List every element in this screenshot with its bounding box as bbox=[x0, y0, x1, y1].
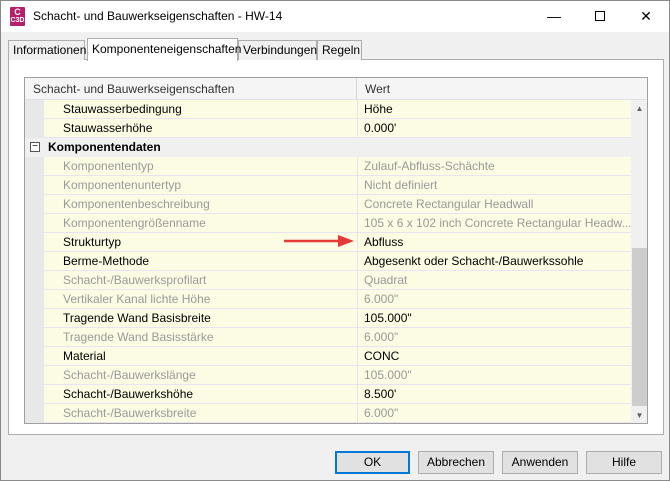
column-header-value[interactable]: Wert bbox=[365, 78, 390, 100]
property-name: Material bbox=[44, 347, 357, 366]
row-gutter bbox=[25, 100, 44, 119]
row-gutter: − bbox=[25, 138, 44, 157]
grid-rows: Stauwasserbedingung Höhe Stauwasserhöhe 0.0… bbox=[25, 100, 631, 423]
property-value[interactable]: 0.000' bbox=[357, 119, 631, 138]
property-name: Tragende Wand Basisbreite bbox=[44, 309, 357, 328]
civil3d-app-icon: C C3D bbox=[10, 7, 25, 26]
property-name: Vertikaler Kanal lichte Höhe bbox=[44, 290, 357, 309]
help-button[interactable]: Hilfe bbox=[586, 451, 662, 474]
row-gutter bbox=[25, 214, 44, 233]
vertical-scrollbar[interactable]: ▲ ▼ bbox=[631, 100, 647, 423]
property-name: Komponententyp bbox=[44, 157, 357, 176]
row-gutter bbox=[25, 176, 44, 195]
tab-verbindungen[interactable]: Verbindungen bbox=[238, 40, 317, 60]
tab-informationen[interactable]: Informationen bbox=[8, 40, 86, 60]
property-row[interactable]: Tragende Wand Basisbreite 105.000" bbox=[25, 309, 631, 328]
property-value: 105 x 6 x 102 inch Concrete Rectangular … bbox=[357, 214, 631, 233]
property-row[interactable]: Stauwasserhöhe 0.000' bbox=[25, 119, 631, 138]
property-value: Quadrat bbox=[357, 271, 631, 290]
property-value[interactable]: CONC bbox=[357, 347, 631, 366]
property-value: 6.000" bbox=[357, 404, 631, 423]
property-name: Schacht-/Bauwerksprofilart bbox=[44, 271, 357, 290]
title-bar: C C3D Schacht- und Bauwerkseigenschaften… bbox=[1, 1, 669, 32]
grid-header: Schacht- und Bauwerkseigenschaften Wert bbox=[25, 78, 647, 100]
cancel-button[interactable]: Abbrechen bbox=[418, 451, 494, 474]
property-grid: Schacht- und Bauwerkseigenschaften Wert … bbox=[24, 77, 648, 424]
property-name: Komponentenbeschreibung bbox=[44, 195, 357, 214]
maximize-icon[interactable] bbox=[577, 1, 623, 32]
property-value: 105.000" bbox=[357, 366, 631, 385]
tab-komponenteneigenschaften[interactable]: Komponenteneigenschaften bbox=[87, 38, 241, 61]
category-value-cell bbox=[357, 138, 631, 157]
row-gutter bbox=[25, 309, 44, 328]
property-row[interactable]: Material CONC bbox=[25, 347, 631, 366]
property-value[interactable]: Höhe bbox=[357, 100, 631, 119]
tab-regeln[interactable]: Regeln bbox=[317, 40, 362, 60]
property-name: Komponentengrößenname bbox=[44, 214, 357, 233]
property-value: 6.000" bbox=[357, 328, 631, 347]
category-label: Komponentendaten bbox=[44, 138, 357, 157]
property-row[interactable]: Tragende Wand Basisstärke 6.000" bbox=[25, 328, 631, 347]
property-value[interactable]: Abgesenkt oder Schacht-/Bauwerkssohle bbox=[357, 252, 631, 271]
property-value[interactable]: Abfluss bbox=[357, 233, 631, 252]
row-gutter bbox=[25, 366, 44, 385]
property-row[interactable]: Berme-Methode Abgesenkt oder Schacht-/Bau… bbox=[25, 252, 631, 271]
scroll-up-icon[interactable]: ▲ bbox=[631, 100, 647, 117]
property-value[interactable]: 105.000" bbox=[357, 309, 631, 328]
row-gutter bbox=[25, 195, 44, 214]
property-row[interactable]: Vertikaler Kanal lichte Höhe 6.000" bbox=[25, 290, 631, 309]
ok-button[interactable]: OK bbox=[335, 451, 410, 474]
row-gutter bbox=[25, 252, 44, 271]
property-row[interactable]: Schacht-/Bauwerksbreite 6.000" bbox=[25, 404, 631, 423]
minimize-icon[interactable]: — bbox=[531, 1, 577, 32]
property-name: Stauwasserbedingung bbox=[44, 100, 357, 119]
property-value: Nicht definiert bbox=[357, 176, 631, 195]
property-row[interactable]: Komponentenbeschreibung Concrete Rectangu… bbox=[25, 195, 631, 214]
row-gutter bbox=[25, 328, 44, 347]
property-row[interactable]: Stauwasserbedingung Höhe bbox=[25, 100, 631, 119]
row-gutter bbox=[25, 404, 44, 423]
property-name: Schacht-/Bauwerkslänge bbox=[44, 366, 357, 385]
property-value: Concrete Rectangular Headwall bbox=[357, 195, 631, 214]
row-gutter bbox=[25, 233, 44, 252]
row-gutter bbox=[25, 157, 44, 176]
scroll-down-icon[interactable]: ▼ bbox=[631, 407, 647, 423]
row-gutter bbox=[25, 119, 44, 138]
property-value: Zulauf-Abfluss-Schächte bbox=[357, 157, 631, 176]
property-row[interactable]: Schacht-/Bauwerkslänge 105.000" bbox=[25, 366, 631, 385]
property-row[interactable]: Schacht-/Bauwerksprofilart Quadrat bbox=[25, 271, 631, 290]
property-value: 6.000" bbox=[357, 290, 631, 309]
property-row[interactable]: Komponententyp Zulauf-Abfluss-Schächte bbox=[25, 157, 631, 176]
red-annotation-arrow-icon bbox=[284, 235, 354, 247]
properties-dialog: C C3D Schacht- und Bauwerkseigenschaften… bbox=[0, 0, 670, 481]
property-row[interactable]: Komponentengrößenname 105 x 6 x 102 inch … bbox=[25, 214, 631, 233]
property-name: Komponentenuntertyp bbox=[44, 176, 357, 195]
row-gutter bbox=[25, 347, 44, 366]
row-gutter bbox=[25, 290, 44, 309]
collapse-icon[interactable]: − bbox=[30, 142, 40, 152]
category-row[interactable]: − Komponentendaten bbox=[25, 138, 631, 157]
window-title: Schacht- und Bauwerkseigenschaften - HW-… bbox=[33, 9, 283, 23]
property-row[interactable]: Schacht-/Bauwerkshöhe 8.500' bbox=[25, 385, 631, 404]
property-name: Schacht-/Bauwerksbreite bbox=[44, 404, 357, 423]
column-header-property[interactable]: Schacht- und Bauwerkseigenschaften bbox=[33, 78, 234, 100]
close-icon[interactable]: ✕ bbox=[623, 1, 669, 32]
property-name: Tragende Wand Basisstärke bbox=[44, 328, 357, 347]
row-gutter bbox=[25, 385, 44, 404]
property-name: Stauwasserhöhe bbox=[44, 119, 357, 138]
apply-button[interactable]: Anwenden bbox=[502, 451, 578, 474]
property-value[interactable]: 8.500' bbox=[357, 385, 631, 404]
property-name: Schacht-/Bauwerkshöhe bbox=[44, 385, 357, 404]
property-name: Berme-Methode bbox=[44, 252, 357, 271]
column-separator[interactable] bbox=[356, 78, 357, 100]
property-row[interactable]: Komponentenuntertyp Nicht definiert bbox=[25, 176, 631, 195]
scrollbar-thumb[interactable] bbox=[632, 248, 647, 406]
row-gutter bbox=[25, 271, 44, 290]
